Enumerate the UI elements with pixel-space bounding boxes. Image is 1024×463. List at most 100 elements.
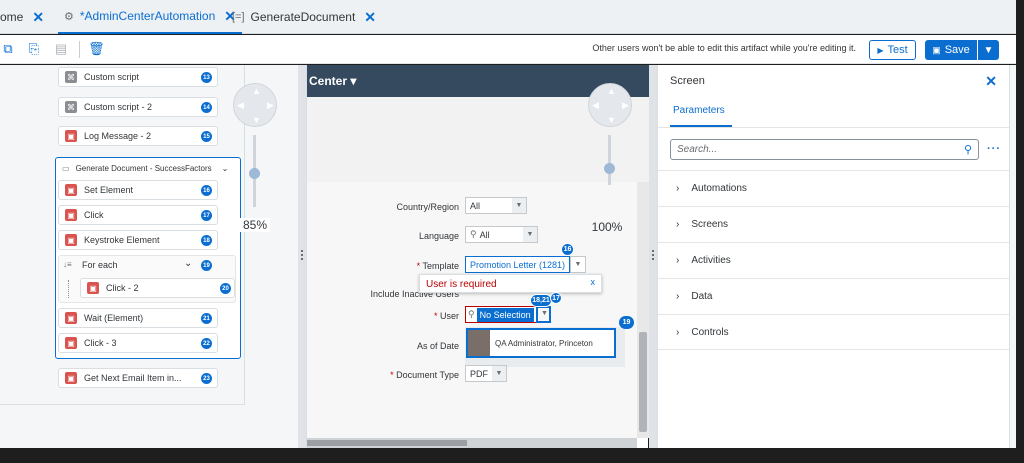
- section-activities[interactable]: › Activities: [658, 242, 1010, 278]
- activity-icon: ▣: [65, 312, 77, 324]
- panel-splitter[interactable]: [298, 65, 306, 448]
- automation-icon: ⚙: [64, 10, 74, 23]
- section-label: Data: [691, 291, 713, 302]
- pan-up-icon[interactable]: ▲: [252, 86, 261, 96]
- activity-icon: ▣: [65, 372, 77, 384]
- workflow-canvas[interactable]: ⌘ Custom script 13 ⌘ Custom script - 2 1…: [0, 65, 298, 448]
- search-icon[interactable]: ⚲: [964, 143, 972, 156]
- suggestion-item[interactable]: QA Administrator, Princeton: [466, 328, 616, 358]
- step-label: Custom script - 2: [84, 102, 153, 112]
- tab-admin-center-automation[interactable]: ⚙ *AdminCenterAutomation ✕: [58, 0, 243, 34]
- pan-right-icon[interactable]: ▶: [267, 100, 274, 111]
- loop-label: For each: [82, 260, 118, 270]
- zoom-level: 100%: [587, 220, 627, 234]
- section-automations[interactable]: › Automations: [658, 170, 1010, 206]
- step-number-badge: 19: [201, 260, 212, 271]
- step-number-badge: 22: [201, 338, 212, 349]
- splitter-grip: [301, 250, 303, 260]
- step-keystroke-element[interactable]: ▣ Keystroke Element: [58, 230, 218, 250]
- activity-icon: ▣: [65, 337, 77, 349]
- suggestion-name: QA Administrator, Princeton: [495, 339, 593, 348]
- step-click-2[interactable]: ▣ Click - 2: [80, 278, 235, 298]
- country-label: Country/Region: [396, 202, 459, 212]
- step-label: Click - 3: [84, 338, 117, 348]
- pan-left-icon[interactable]: ◀: [592, 100, 599, 111]
- chevron-right-icon: ›: [676, 255, 680, 266]
- chevron-down-icon[interactable]: ▼: [523, 227, 537, 242]
- section-data[interactable]: › Data: [658, 278, 1010, 314]
- save-button[interactable]: ▣ Save: [925, 40, 977, 60]
- pan-right-icon[interactable]: ▶: [622, 100, 629, 111]
- close-icon[interactable]: ✕: [32, 9, 44, 26]
- scrollbar-thumb[interactable]: [639, 332, 647, 432]
- more-options-icon[interactable]: ···: [987, 143, 1001, 155]
- close-icon[interactable]: ✕: [985, 73, 997, 90]
- activity-icon: ▣: [65, 234, 77, 246]
- test-button[interactable]: ▶ Test: [869, 40, 916, 60]
- pan-control[interactable]: ▲ ▼ ◀ ▶: [233, 83, 277, 127]
- step-custom-script-2[interactable]: ⌘ Custom script - 2: [58, 97, 218, 117]
- chevron-down-icon[interactable]: ▼: [512, 198, 526, 213]
- zoom-slider-knob[interactable]: [249, 168, 260, 179]
- template-select[interactable]: Promotion Letter (1281): [465, 256, 570, 273]
- pan-down-icon[interactable]: ▼: [252, 115, 261, 125]
- script-icon: ⌘: [65, 101, 77, 113]
- delete-icon[interactable]: 🗑: [88, 41, 105, 57]
- step-click[interactable]: ▣ Click: [58, 205, 218, 225]
- properties-panel: Screen ✕ Parameters Search... ⚲ ··· › Au…: [657, 65, 1010, 448]
- group-title: Generate Document - SuccessFactors: [75, 164, 212, 173]
- clipboard-icon[interactable]: ▤: [53, 41, 69, 57]
- zoom-slider-track[interactable]: [608, 135, 611, 185]
- paste-icon[interactable]: ⎘: [26, 41, 42, 57]
- step-set-element[interactable]: ▣ Set Element: [58, 180, 218, 200]
- pan-up-icon[interactable]: ▲: [607, 86, 616, 96]
- section-label: Controls: [691, 326, 729, 338]
- pan-left-icon[interactable]: ◀: [237, 100, 244, 111]
- save-icon: ▣: [932, 44, 941, 55]
- loop-connector: [68, 280, 69, 298]
- user-select[interactable]: ⚲ No Selection: [465, 306, 537, 323]
- step-log-message-2[interactable]: ▣ Log Message - 2: [58, 126, 218, 146]
- search-input[interactable]: Search... ⚲: [670, 139, 979, 160]
- activity-icon: ▣: [65, 130, 77, 142]
- step-get-next-email[interactable]: ▣ Get Next Email Item in...: [58, 368, 218, 388]
- screen-icon: ▭: [62, 164, 70, 173]
- section-controls[interactable]: › Controls: [658, 314, 1010, 350]
- vertical-scrollbar[interactable]: [637, 182, 649, 438]
- group-header[interactable]: ▭ Generate Document - SuccessFactors ⌄: [62, 164, 228, 173]
- template-dropdown-button[interactable]: ▼: [570, 256, 586, 273]
- panel-splitter[interactable]: [649, 65, 657, 448]
- pan-control[interactable]: ▲ ▼ ◀ ▶: [588, 83, 632, 127]
- document-icon: [=]: [232, 11, 245, 23]
- close-icon[interactable]: x: [591, 277, 596, 287]
- save-dropdown-button[interactable]: ▼: [978, 40, 999, 60]
- step-wait-element[interactable]: ▣ Wait (Element): [58, 308, 218, 328]
- horizontal-scrollbar[interactable]: [307, 438, 637, 448]
- chevron-down-icon[interactable]: ⌄: [222, 164, 229, 173]
- zoom-slider-knob[interactable]: [604, 163, 615, 174]
- chevron-down-icon[interactable]: ▼: [492, 366, 506, 381]
- language-select[interactable]: ⚲ All ▼: [465, 226, 538, 243]
- document-type-select[interactable]: PDF ▼: [465, 365, 507, 382]
- chevron-down-icon[interactable]: ⌄: [184, 258, 192, 269]
- splitter-grip: [652, 250, 654, 260]
- step-click-3[interactable]: ▣ Click - 3: [58, 333, 218, 353]
- tab-generate-document[interactable]: [=] GenerateDocument ✕: [232, 0, 376, 34]
- tab-home[interactable]: ome ✕: [0, 0, 44, 34]
- close-icon[interactable]: ✕: [364, 9, 376, 26]
- vertical-scrollbar[interactable]: [1009, 65, 1016, 448]
- pan-down-icon[interactable]: ▼: [607, 115, 616, 125]
- toolbar: ⧉ ⎘ ▤ 🗑 Other users won't be able to edi…: [0, 35, 1016, 64]
- step-custom-script[interactable]: ⌘ Custom script: [58, 67, 218, 87]
- tab-parameters[interactable]: Parameters: [673, 105, 725, 116]
- section-label: Activities: [691, 255, 731, 266]
- scrollbar-thumb[interactable]: [307, 440, 467, 446]
- step-number-badge: 16: [201, 185, 212, 196]
- country-select[interactable]: All ▼: [465, 197, 527, 214]
- step-number-badge: 17: [201, 210, 212, 221]
- user-dropdown-button[interactable]: ▼: [536, 306, 551, 323]
- section-screens[interactable]: › Screens: [658, 206, 1010, 242]
- document-type-value: PDF: [470, 368, 488, 379]
- app-window: ome ✕ ⚙ *AdminCenterAutomation ✕ [=] Gen…: [0, 0, 1024, 463]
- copy-icon[interactable]: ⧉: [0, 41, 16, 57]
